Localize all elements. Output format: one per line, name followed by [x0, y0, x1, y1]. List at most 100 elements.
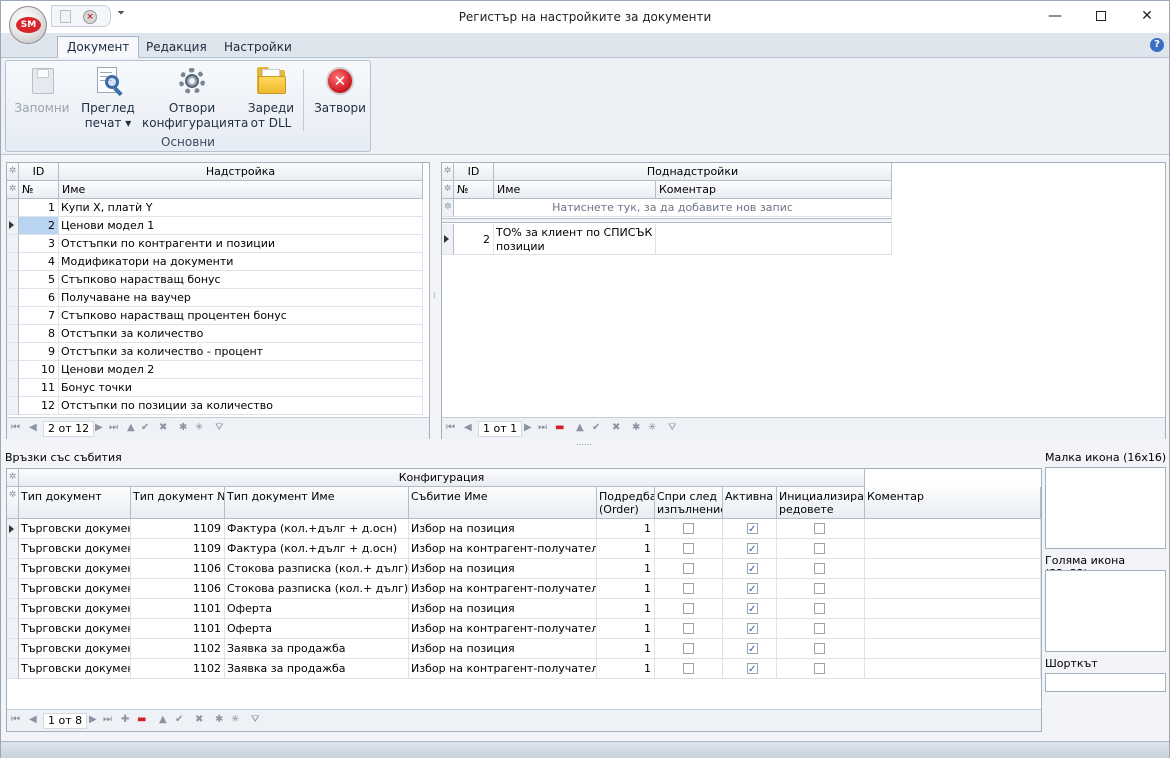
cell-doc-type-no[interactable]: 1109: [131, 539, 225, 559]
save-button[interactable]: Запомни: [12, 65, 72, 116]
check-icon[interactable]: ✔: [592, 422, 600, 433]
cell-doc-type-no[interactable]: 1102: [131, 639, 225, 659]
checkbox-stop[interactable]: [683, 643, 694, 654]
row-indicator[interactable]: [7, 343, 19, 361]
cell-doc-type[interactable]: Търговски документ: [19, 519, 131, 539]
checkbox-stop[interactable]: [683, 543, 694, 554]
horizontal-splitter[interactable]: ⋯⋯: [576, 440, 592, 449]
delete-icon[interactable]: ▬: [555, 422, 564, 433]
checkbox-init[interactable]: [814, 603, 825, 614]
checkbox-stop[interactable]: [683, 623, 694, 634]
application-menu-button[interactable]: SM: [9, 6, 47, 44]
cell-doc-type-name[interactable]: Заявка за продажба: [225, 659, 409, 679]
setting-no[interactable]: 4: [19, 253, 59, 271]
cell-event-name[interactable]: Избор на контрагент-получател: [409, 539, 597, 559]
add-new-record-row[interactable]: Натиснете тук, за да добавите нов запис: [454, 199, 892, 217]
tab-document[interactable]: Документ: [57, 36, 140, 59]
cell-doc-type[interactable]: Търговски документ: [19, 639, 131, 659]
checkbox-stop[interactable]: [683, 523, 694, 534]
open-configuration-button[interactable]: Отвори конфигурацията: [142, 65, 248, 131]
new-asterisk-icon[interactable]: ✳: [648, 422, 656, 433]
row-indicator[interactable]: [7, 253, 19, 271]
setting-no[interactable]: 1: [19, 199, 59, 217]
cell-doc-type-no[interactable]: 1106: [131, 559, 225, 579]
setting-no[interactable]: 3: [19, 235, 59, 253]
column-header-id[interactable]: ID: [19, 163, 59, 181]
column-header-id[interactable]: ID: [454, 163, 494, 181]
setting-no[interactable]: 6: [19, 289, 59, 307]
cell-doc-type-name[interactable]: Фактура (кол.+дълг + д.осн): [225, 519, 409, 539]
column-header-name[interactable]: Име: [494, 181, 656, 199]
new-asterisk-icon[interactable]: ✳: [231, 714, 239, 725]
setting-no[interactable]: 10: [19, 361, 59, 379]
last-record-icon[interactable]: ⏭: [109, 422, 118, 433]
subsetting-name[interactable]: ТО% за клиент по СПИСЪК с позиции: [494, 224, 656, 255]
setting-no[interactable]: 7: [19, 307, 59, 325]
cell-doc-type-no[interactable]: 1102: [131, 659, 225, 679]
cell-doc-type[interactable]: Търговски документ: [19, 599, 131, 619]
tab-edit[interactable]: Редакция: [137, 38, 216, 58]
column-header-comment[interactable]: Коментар: [865, 487, 1041, 519]
checkbox-active[interactable]: [747, 541, 758, 558]
row-indicator[interactable]: [7, 397, 19, 415]
large-icon-box[interactable]: [1045, 570, 1166, 652]
checkbox-stop[interactable]: [683, 663, 694, 674]
new-asterisk-icon[interactable]: ✳: [195, 422, 203, 433]
column-header-no[interactable]: №: [19, 181, 59, 199]
setting-name[interactable]: Отстъпки по позиции за количество: [59, 397, 423, 415]
last-record-icon[interactable]: ⏭: [103, 714, 112, 725]
checkbox-stop[interactable]: [683, 583, 694, 594]
column-header-no[interactable]: №: [454, 181, 494, 199]
asterisk-icon[interactable]: ✱: [632, 422, 640, 433]
checkbox-stop[interactable]: [683, 563, 694, 574]
checkbox-init[interactable]: [814, 663, 825, 674]
cell-comment[interactable]: [865, 599, 1041, 619]
prev-record-icon[interactable]: ◀: [29, 422, 37, 433]
cell-comment[interactable]: [865, 539, 1041, 559]
check-icon[interactable]: ✔: [175, 714, 183, 725]
column-header-doc-type-name[interactable]: Тип документ Име: [225, 487, 409, 519]
cell-doc-type-no[interactable]: 1109: [131, 519, 225, 539]
asterisk-icon[interactable]: ✱: [215, 714, 223, 725]
cell-order[interactable]: 1: [597, 619, 655, 639]
setting-name[interactable]: Модификатори на документи: [59, 253, 423, 271]
cell-comment[interactable]: [865, 639, 1041, 659]
column-header-active[interactable]: Активна: [723, 487, 777, 519]
column-header-event-name[interactable]: Събитие Име: [409, 487, 597, 519]
row-indicator[interactable]: [7, 217, 19, 235]
checkbox-init[interactable]: [814, 523, 825, 534]
setting-no[interactable]: 9: [19, 343, 59, 361]
setting-no[interactable]: 8: [19, 325, 59, 343]
column-header-order[interactable]: Подредба (Order): [597, 487, 655, 519]
row-indicator[interactable]: [7, 599, 19, 619]
setting-name[interactable]: Отстъпки за количество - процент: [59, 343, 423, 361]
cell-event-name[interactable]: Избор на позиция: [409, 559, 597, 579]
column-header-doc-type-no[interactable]: Тип документ №: [131, 487, 225, 519]
setting-name[interactable]: Стъпково нарастващ процентен бонус: [59, 307, 423, 325]
row-indicator[interactable]: [442, 224, 454, 255]
help-icon[interactable]: ?: [1150, 38, 1164, 52]
cell-doc-type-name[interactable]: Оферта: [225, 619, 409, 639]
first-record-icon[interactable]: ⏮: [446, 422, 455, 433]
setting-name[interactable]: Купи X, платѝ Y: [59, 199, 423, 217]
filter-icon[interactable]: ⛛: [215, 422, 223, 433]
checkbox-stop[interactable]: [683, 603, 694, 614]
checkbox-init[interactable]: [814, 563, 825, 574]
cell-doc-type-name[interactable]: Стокова разписка (кол.+ дълг): [225, 579, 409, 599]
subsetting-comment[interactable]: [656, 224, 892, 255]
row-indicator[interactable]: [7, 559, 19, 579]
column-header-init-rows[interactable]: Инициализирай редовете: [777, 487, 865, 519]
checkbox-active[interactable]: [747, 561, 758, 578]
cell-doc-type-name[interactable]: Заявка за продажба: [225, 639, 409, 659]
row-indicator[interactable]: [7, 361, 19, 379]
cell-comment[interactable]: [865, 579, 1041, 599]
row-indicator[interactable]: [7, 619, 19, 639]
column-header-stop-after[interactable]: Спри след изпълнение: [655, 487, 723, 519]
column-header-doc-type[interactable]: Тип документ: [19, 487, 131, 519]
load-from-dll-button[interactable]: Зареди от DLL: [244, 65, 298, 131]
cancel-icon[interactable]: ✖: [612, 422, 620, 433]
filter-icon[interactable]: ⛛: [668, 422, 676, 433]
row-indicator[interactable]: [7, 519, 19, 539]
asterisk-icon[interactable]: ✱: [179, 422, 187, 433]
cell-doc-type-no[interactable]: 1106: [131, 579, 225, 599]
